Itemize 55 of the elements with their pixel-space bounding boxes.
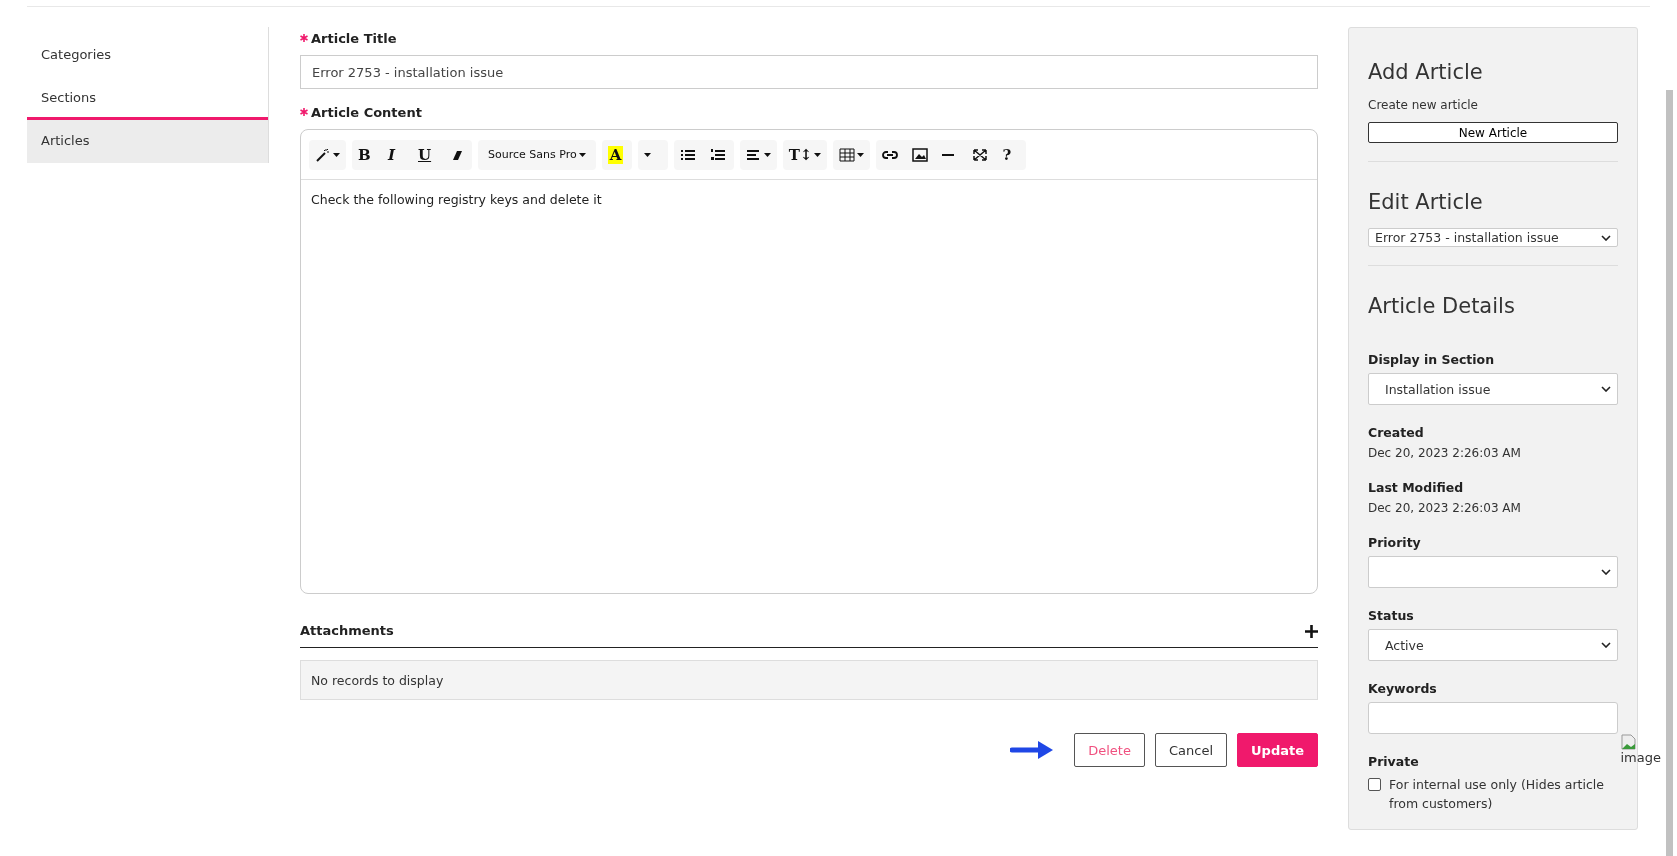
- select-field[interactable]: Error 2753 - installation issue: [1368, 227, 1618, 248]
- action-button[interactable]: Cancel: [1154, 733, 1227, 767]
- picture-icon: [912, 147, 929, 162]
- panel-heading: Article Details: [1368, 294, 1516, 318]
- input-field[interactable]: Error 2753 - installation issue: [300, 55, 1318, 89]
- align-icon: [745, 147, 762, 162]
- plus-icon: [1305, 624, 1318, 638]
- field-value: Dec 20, 2023 2:26:03 AM: [1368, 446, 1522, 460]
- field-label: Status: [1368, 608, 1415, 623]
- panel-heading: Edit Article: [1368, 189, 1484, 214]
- field-label: Private: [1368, 754, 1420, 769]
- toolbar-button[interactable]: B: [352, 139, 382, 170]
- numbered-list-icon: [709, 147, 726, 162]
- scrollbar[interactable]: [1666, 90, 1673, 856]
- hint-text: Create new article: [1368, 98, 1479, 112]
- field-label: Display in Section: [1368, 352, 1496, 367]
- chevron-down-icon: [1601, 234, 1611, 241]
- new-article-button[interactable]: New Article: [1368, 122, 1618, 144]
- panel-heading: Add Article: [1368, 60, 1484, 84]
- arrow-icon: [1010, 740, 1055, 760]
- field-label: Last Modified: [1368, 480, 1465, 495]
- checkbox-label: For internal use only (Hides article from customers): [1389, 776, 1606, 813]
- input-field[interactable]: [1368, 702, 1618, 734]
- image-alt-text: image: [1620, 750, 1661, 765]
- select-field[interactable]: Installation issue: [1368, 373, 1618, 405]
- field-label: Keywords: [1368, 681, 1438, 696]
- toolbar-button[interactable]: I: [382, 139, 412, 170]
- select-field[interactable]: [1368, 556, 1618, 588]
- field-label: Article Content: [311, 104, 422, 120]
- highlight-button[interactable]: A: [601, 139, 632, 170]
- asterisk-icon: [300, 34, 308, 42]
- asterisk-icon: [300, 108, 308, 116]
- select-field[interactable]: Active: [1368, 629, 1618, 661]
- sidebar-item[interactable]: Articles: [27, 120, 268, 163]
- section-title: Attachments: [300, 623, 394, 638]
- field-label: Created: [1368, 425, 1425, 440]
- checkbox[interactable]: [1368, 778, 1381, 791]
- font-dropdown[interactable]: Source Sans Pro: [478, 139, 596, 170]
- fullscreen-icon: [972, 147, 989, 162]
- empty-message: No records to display: [300, 660, 1318, 700]
- chevron-down-icon: [1601, 386, 1611, 392]
- chevron-down-icon: [1601, 569, 1611, 575]
- magic-wand-icon: [315, 147, 331, 162]
- field-value: Dec 20, 2023 2:26:03 AM: [1368, 501, 1522, 515]
- toolbar-button[interactable]: U: [412, 139, 442, 170]
- horizontal-rule-icon: [942, 153, 955, 156]
- editor-text: Check the following registry keys and delete it: [310, 191, 603, 209]
- rich-text-editor[interactable]: B I U Source Sans Pro A T↕ ? Check the following registry keys and delete it: [300, 129, 1318, 594]
- field-label: Article Title: [311, 30, 397, 46]
- bullet-list-icon: [679, 147, 696, 162]
- chevron-down-icon: [1601, 642, 1611, 648]
- action-button[interactable]: Update: [1237, 733, 1318, 767]
- toolbar-button[interactable]: T↕: [782, 139, 828, 170]
- field-label: Priority: [1368, 535, 1422, 550]
- table-icon: [839, 147, 856, 162]
